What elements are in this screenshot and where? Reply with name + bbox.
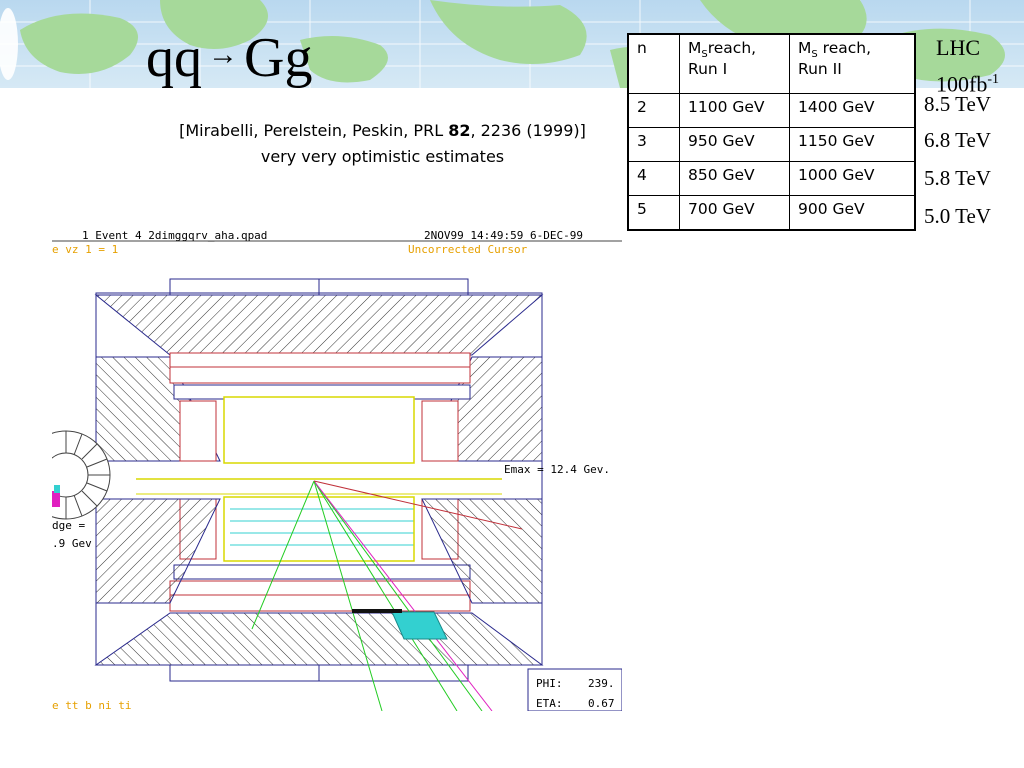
- lhc-value: 5.8 TeV: [924, 166, 991, 190]
- emax-readout: Emax = 12.4 Gev.: [504, 463, 610, 476]
- phi-label: PHI:: [536, 677, 563, 690]
- header-run1: MSreach, Run I: [679, 33, 790, 94]
- header-run2: MS reach, Run II: [789, 33, 916, 94]
- cell-n: 3: [627, 127, 680, 162]
- header-run1-m: M: [688, 39, 702, 57]
- table-row: 3 950 GeV 1150 GeV: [627, 127, 916, 162]
- table-row: 4 850 GeV 1000 GeV: [627, 161, 916, 196]
- citation-block: [Mirabelli, Perelstein, Peskin, PRL 82, …: [130, 118, 635, 170]
- header-run1-rest: reach,: [707, 39, 757, 57]
- event-subheader-left: e vz 1 = 1: [52, 243, 119, 256]
- event-header-right: 2NOV99 14:49:59 6-DEC-99: [424, 229, 583, 242]
- slide-title: qq → Gg: [146, 30, 312, 86]
- header-run2-line2: Run II: [798, 60, 842, 79]
- side-text-1: dge =: [52, 519, 86, 532]
- cell-run2: 1400 GeV: [789, 93, 916, 128]
- lhc-value: 5.0 TeV: [924, 204, 991, 228]
- lhc-title: LHC: [936, 35, 980, 60]
- header-n: n: [627, 33, 680, 94]
- cell-n: 2: [627, 93, 680, 128]
- cell-n: 4: [627, 161, 680, 196]
- eta-label: ETA:: [536, 697, 563, 710]
- citation-volume: 82: [448, 121, 471, 140]
- cell-run2: 900 GeV: [789, 195, 916, 231]
- event-footer-text: e tt b ni ti: [52, 699, 132, 711]
- eta-value: 0.67: [588, 697, 615, 710]
- cell-run1: 1100 GeV: [679, 93, 790, 128]
- event-subheader-right: Uncorrected Cursor: [408, 243, 528, 256]
- cell-run2: 1000 GeV: [789, 161, 916, 196]
- title-right: Gg: [244, 27, 313, 89]
- lhc-value: 6.8 TeV: [924, 128, 991, 152]
- citation-text-pre: [Mirabelli, Perelstein, Peskin, PRL: [179, 121, 449, 140]
- header-run1-line2: Run I: [688, 60, 728, 79]
- table-header-row: n MSreach, Run I MS reach, Run II: [627, 33, 916, 94]
- citation-line: [Mirabelli, Perelstein, Peskin, PRL 82, …: [130, 118, 635, 144]
- arrow-icon: →: [208, 38, 238, 71]
- header-run2-m: M: [798, 39, 812, 57]
- side-text-2: .9 Gev: [52, 537, 92, 550]
- header-run2-rest: reach,: [817, 39, 872, 57]
- lhc-lumi-exp: -1: [987, 72, 999, 87]
- reach-table: n MSreach, Run I MS reach, Run II 2 1100…: [627, 33, 916, 231]
- citation-text-post: , 2236 (1999)]: [470, 121, 586, 140]
- cell-run1: 700 GeV: [679, 195, 790, 231]
- table-row: 2 1100 GeV 1400 GeV: [627, 93, 916, 128]
- cell-run2: 1150 GeV: [789, 127, 916, 162]
- event-header-left: 1 Event 4 2dimggqrv_aha.qpad: [82, 229, 268, 242]
- phi-value: 239.: [588, 677, 615, 690]
- citation-note: very very optimistic estimates: [260, 147, 505, 166]
- cell-run1: 850 GeV: [679, 161, 790, 196]
- cell-n: 5: [627, 195, 680, 231]
- table-row: 5 700 GeV 900 GeV: [627, 195, 916, 231]
- lhc-value: 8.5 TeV: [924, 92, 991, 116]
- event-display: 1 Event 4 2dimggqrv_aha.qpad 2NOV99 14:4…: [52, 229, 622, 711]
- cell-run1: 950 GeV: [679, 127, 790, 162]
- title-left: qq: [146, 27, 202, 89]
